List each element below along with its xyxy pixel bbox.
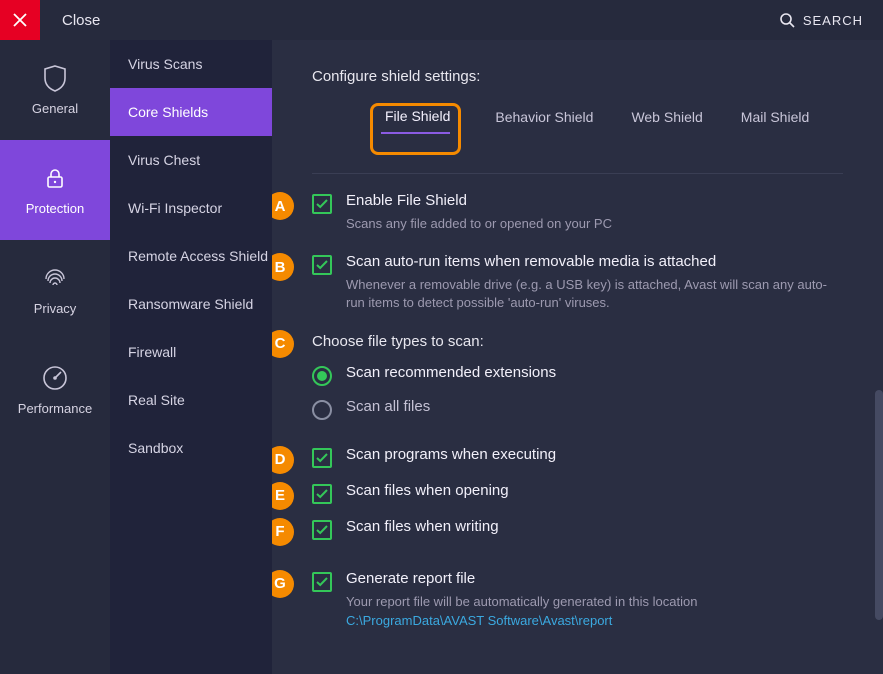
menu-real-site[interactable]: Real Site [110,376,272,424]
scrollbar-thumb[interactable] [875,390,883,620]
annotation-badge-b: B [272,253,294,281]
rail-privacy[interactable]: Privacy [0,240,110,340]
search-label: SEARCH [803,13,863,28]
rail-performance[interactable]: Performance [0,340,110,440]
checkbox-scan-opening[interactable] [312,484,332,504]
rail-label: Performance [18,401,92,416]
report-path-link[interactable]: C:\ProgramData\AVAST Software\Avast\repo… [346,613,843,628]
rail-label: Protection [26,201,85,216]
annotation-badge-a: A [272,192,294,220]
option-title: Scan auto-run items when removable media… [346,253,843,270]
menu-ransomware[interactable]: Ransomware Shield [110,280,272,328]
tab-mail-shield[interactable]: Mail Shield [737,103,813,155]
filetypes-heading: Choose file types to scan: [312,333,843,350]
search-icon [779,12,795,28]
option-title: Scan all files [346,398,843,415]
menu-virus-scans[interactable]: Virus Scans [110,40,272,88]
option-title: Scan files when opening [346,482,843,499]
annotation-badge-c: C [272,330,294,358]
checkbox-enable-file-shield[interactable] [312,194,332,214]
option-desc: Whenever a removable drive (e.g. a USB k… [346,276,843,312]
shield-tabs: File Shield Behavior Shield Web Shield M… [370,103,843,155]
menu-wifi-inspector[interactable]: Wi-Fi Inspector [110,184,272,232]
annotation-highlight: File Shield [370,103,461,155]
checkbox-scan-autorun[interactable] [312,255,332,275]
menu-core-shields[interactable]: Core Shields [110,88,272,136]
checkbox-generate-report[interactable] [312,572,332,592]
option-desc: Scans any file added to or opened on you… [346,215,843,233]
tab-web-shield[interactable]: Web Shield [627,103,706,155]
menu-sandbox[interactable]: Sandbox [110,424,272,472]
rail-general[interactable]: General [0,40,110,140]
nav-rail: General Protection Privacy Performance [0,40,110,674]
menu-firewall[interactable]: Firewall [110,328,272,376]
gauge-icon [42,365,68,391]
divider [312,173,843,174]
annotation-badge-d: D [272,446,294,474]
search-button[interactable]: SEARCH [779,12,863,28]
main-content: Configure shield settings: File Shield B… [272,40,883,674]
radio-scan-all-files[interactable] [312,400,332,420]
menu-remote-access[interactable]: Remote Access Shield [110,232,272,280]
rail-label: General [32,101,78,116]
close-button[interactable] [0,0,40,40]
close-icon [13,13,27,27]
menu-virus-chest[interactable]: Virus Chest [110,136,272,184]
close-label: Close [62,12,779,29]
checkbox-scan-executing[interactable] [312,448,332,468]
page-title: Configure shield settings: [312,68,843,85]
radio-recommended-extensions[interactable] [312,366,332,386]
annotation-badge-g: G [272,570,294,598]
option-desc: Your report file will be automatically g… [346,593,843,611]
fingerprint-icon [42,265,68,291]
tab-file-shield[interactable]: File Shield [381,102,450,160]
option-title: Scan files when writing [346,518,843,535]
top-bar: Close SEARCH [0,0,883,40]
annotation-badge-f: F [272,518,294,546]
tab-behavior-shield[interactable]: Behavior Shield [491,103,597,155]
checkbox-scan-writing[interactable] [312,520,332,540]
rail-label: Privacy [34,301,77,316]
tab-label: File Shield [385,108,450,124]
submenu: Virus Scans Core Shields Virus Chest Wi-… [110,40,272,674]
option-title: Generate report file [346,570,843,587]
shield-icon [42,65,68,91]
option-title: Scan programs when executing [346,446,843,463]
annotation-badge-e: E [272,482,294,510]
option-title: Enable File Shield [346,192,843,209]
option-title: Scan recommended extensions [346,364,843,381]
lock-icon [42,165,68,191]
rail-protection[interactable]: Protection [0,140,110,240]
